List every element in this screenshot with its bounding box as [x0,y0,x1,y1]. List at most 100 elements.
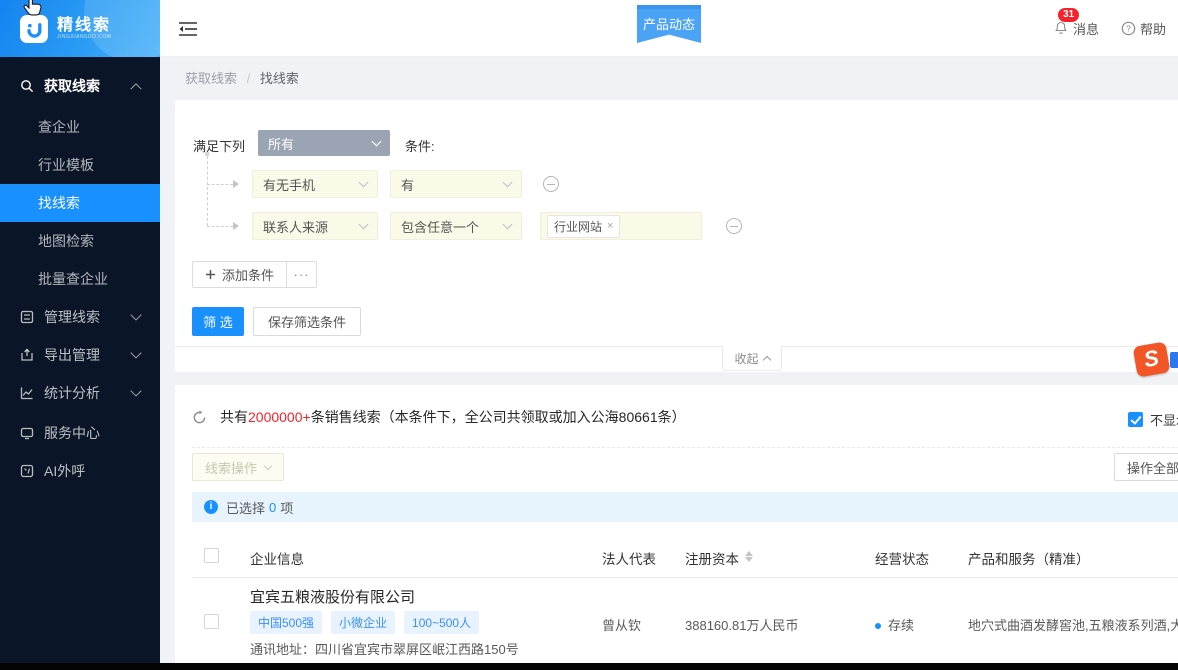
chevron-down-icon [359,220,369,230]
chevron-down-icon [130,385,141,396]
app-subtitle: JINGXIANSUO.COM [57,35,111,41]
breadcrumb-current: 找线索 [260,71,299,86]
condition1-operator-select[interactable]: 有 [390,170,522,198]
breadcrumb-separator: / [247,71,251,86]
sidebar-group-export-manage[interactable]: 导出管理 [0,336,160,374]
chevron-up-icon [762,355,770,363]
sidebar-group-label: 导出管理 [44,345,132,365]
status-dot-icon [875,623,881,629]
chevron-down-icon [359,178,369,188]
company-name-link[interactable]: 宜宾五粮液股份有限公司 [250,586,415,607]
sidebar-group-statistics[interactable]: 统计分析 [0,374,160,412]
chevron-down-icon [372,137,382,147]
chevron-down-icon [503,220,513,230]
match-label: 满足下列 [193,136,245,155]
tree-arrow-icon [233,222,239,230]
plus-icon [205,269,216,280]
list-icon [20,310,34,324]
sidebar-group-label: 管理线索 [44,307,132,327]
sidebar-item-ai-call[interactable]: AI外呼 [0,452,160,490]
condition-label: 条件: [405,136,435,155]
product-news-ribbon[interactable]: 产品动态 [637,5,701,43]
logo[interactable]: 精线索 JINGXIANSUO.COM [0,0,160,57]
help-button[interactable]: ? 帮助 [1121,19,1166,38]
operate-all-leads-button[interactable]: 操作全部线索 [1114,453,1178,481]
row-checkbox[interactable] [204,614,219,629]
save-filter-button[interactable]: 保存筛选条件 [253,307,361,336]
sidebar-item-map-search[interactable]: 地图检索 [0,222,160,260]
sidebar-item-company-search[interactable]: 查企业 [0,108,160,146]
bell-icon [1053,20,1069,37]
company-address: 通讯地址：四川省宜宾市翠屏区岷江西路150号 [250,639,519,658]
filter-button[interactable]: 筛 选 [192,307,244,336]
remove-condition2-icon[interactable] [726,218,742,234]
select-all-checkbox[interactable] [204,548,219,563]
company-tags: 中国500强 小微企业 100~500人 [250,611,479,634]
summary-suffix: 条销售线索（本条件下，全公司共领取或加入公海80661条） [311,407,686,427]
bottom-edge-bar [0,663,1178,670]
top-header: 产品动态 31 消息 ? 帮助 [160,0,1178,57]
info-circle-icon: i [204,500,218,514]
sidebar: 精线索 JINGXIANSUO.COM 获取线索 查企业 行业模板 找线索 地图… [0,0,160,670]
company-tag[interactable]: 小微企业 [331,611,395,634]
lead-actions-button[interactable]: 线索操作 [192,453,284,481]
chevron-up-icon [130,83,141,94]
condition2-operator-value: 包含任意一个 [401,217,504,236]
add-condition-button[interactable]: 添加条件 [192,261,287,288]
divider [192,447,1178,448]
collapse-filter-button[interactable]: 收起 [722,346,782,371]
messages-button[interactable]: 31 消息 [1053,19,1099,38]
filter-panel: 满足下列 所有 条件: 有无手机 有 联系人来源 包含任意一个 行业网站 × [175,100,1178,372]
breadcrumb: 获取线索 / 找线索 [185,68,299,87]
hide-received-label: 不显示 [1150,410,1178,429]
condition2-operator-select[interactable]: 包含任意一个 [390,212,522,240]
checkbox-checked-icon [1128,412,1143,427]
sidebar-item-service-center[interactable]: 服务中心 [0,414,160,452]
collapse-label: 收起 [734,350,758,367]
ime-toolbar-fragment [1170,352,1178,368]
tree-connector [207,226,233,227]
remove-tag-icon[interactable]: × [607,220,613,232]
match-mode-select[interactable]: 所有 [258,130,390,156]
remove-condition1-icon[interactable] [543,176,559,192]
add-condition-label: 添加条件 [222,265,274,284]
condition1-field-value: 有无手机 [263,175,360,194]
condition1-field-select[interactable]: 有无手机 [252,170,378,198]
sidebar-group-label: AI外呼 [44,461,140,481]
messages-label: 消息 [1073,19,1099,38]
cell-registered-capital: 388160.81万人民币 [685,615,798,634]
breadcrumb-parent[interactable]: 获取线索 [185,71,237,86]
company-tag[interactable]: 100~500人 [404,611,479,634]
refresh-icon[interactable] [192,410,207,425]
divider [175,346,1178,347]
sort-icon[interactable] [745,551,753,562]
hide-received-checkbox[interactable]: 不显示 [1128,410,1178,429]
cell-status: 存续 [875,615,914,634]
app-title: 精线索 [57,17,111,35]
chevron-down-icon [130,347,141,358]
search-icon [20,79,34,93]
sidebar-item-batch-search[interactable]: 批量查企业 [0,260,160,298]
sidebar-group-acquire-leads[interactable]: 获取线索 [0,64,160,108]
sidebar-group-manage-leads[interactable]: 管理线索 [0,298,160,336]
question-circle-icon: ? [1121,21,1136,36]
ime-sogou-icon[interactable]: S [1133,341,1171,377]
sidebar-item-industry-template[interactable]: 行业模板 [0,146,160,184]
results-panel: 共有2000000+条销售线索（本条件下，全公司共领取或加入公海80661条） … [175,385,1178,663]
logo-icon [20,15,48,43]
sidebar-group-label: 获取线索 [44,76,132,96]
more-conditions-button[interactable]: ··· [287,261,317,288]
selection-info-bar: i 已选择 0 项 [192,492,1178,522]
condition1-operator-value: 有 [401,175,504,194]
menu-fold-icon[interactable] [178,20,198,38]
chevron-down-icon [503,178,513,188]
column-header-products: 产品和服务（精准） [968,548,1090,568]
help-label: 帮助 [1140,19,1166,38]
condition2-values-input[interactable]: 行业网站 × [540,212,702,240]
company-tag[interactable]: 中国500强 [250,611,322,634]
column-header-capital[interactable]: 注册资本 [685,548,739,568]
results-summary: 共有2000000+条销售线索（本条件下，全公司共领取或加入公海80661条） [192,407,686,427]
export-icon [20,348,34,362]
condition2-field-select[interactable]: 联系人来源 [252,212,378,240]
sidebar-item-find-leads[interactable]: 找线索 [0,184,160,222]
